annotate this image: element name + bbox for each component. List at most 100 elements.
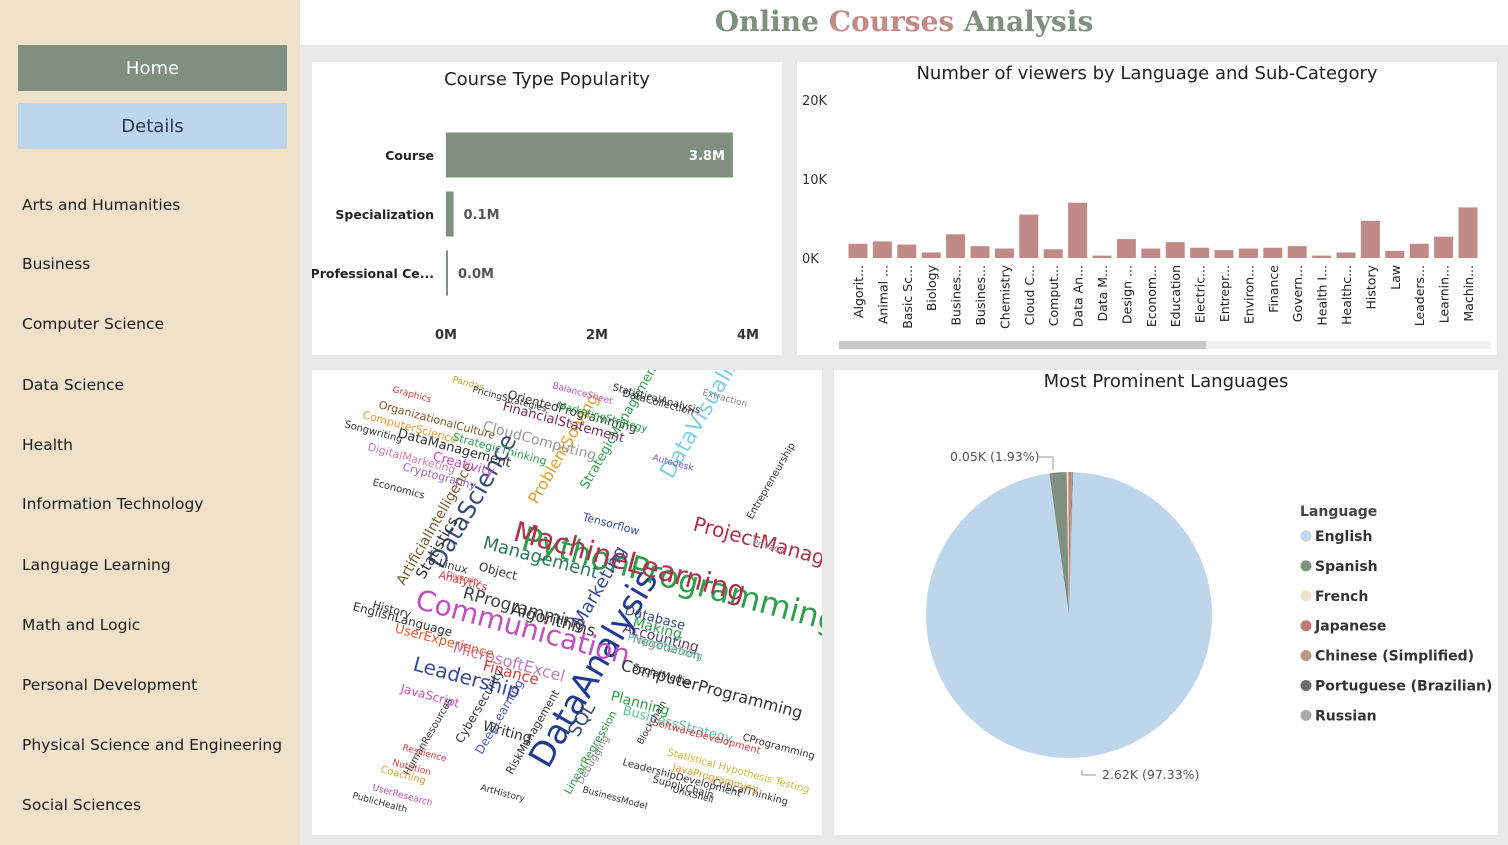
languages-panel: Most Prominent Languages 2.62K (97.33%) 0… — [834, 370, 1498, 835]
bar — [1214, 250, 1234, 258]
category-label: Biology — [924, 264, 939, 311]
bar — [1141, 248, 1161, 258]
data-label: 0.0M — [458, 267, 494, 282]
nav-item-information-technology[interactable]: Information Technology — [22, 495, 203, 513]
category-label: Comput... — [1046, 265, 1061, 326]
title-word-1: Online — [714, 5, 819, 38]
category-label: Cloud C... — [1022, 265, 1037, 325]
legend-item: French — [1315, 589, 1368, 605]
scrollbar-thumb[interactable] — [839, 341, 1206, 349]
bar — [946, 234, 966, 258]
data-label: 0.1M — [464, 208, 500, 223]
sidebar: Home Details Arts and Humanities Busines… — [0, 0, 300, 845]
category-label: Econom... — [1144, 265, 1159, 327]
y-tick-label: 20K — [802, 94, 828, 109]
languages-pie-chart: 2.62K (97.33%) 0.05K (1.93%) Language Engli… — [926, 449, 1492, 782]
viewers-panel: Number of viewers by Language and Sub-Ca… — [797, 62, 1497, 355]
x-tick-label: 2M — [586, 328, 608, 343]
wordcloud-word: ArtHistory — [479, 783, 526, 805]
bar — [1263, 247, 1283, 258]
course-type-panel: Course Type Popularity Course 3.8M Special… — [312, 62, 782, 355]
bar — [1238, 248, 1258, 258]
title-word-2: Courses — [828, 5, 955, 38]
title-word-3: Analysis — [963, 5, 1094, 38]
bar — [1019, 214, 1039, 258]
bar — [994, 248, 1014, 258]
category-label: Machin... — [1461, 265, 1476, 322]
bar — [970, 246, 990, 258]
category-label: Govern... — [1290, 265, 1305, 322]
category-label: Design ... — [1119, 265, 1134, 324]
nav-item-physical-science-and-engineering[interactable]: Physical Science and Engineering — [22, 736, 282, 754]
category-label: History — [1363, 264, 1378, 309]
category-label: Finance — [1266, 265, 1281, 313]
leader-line — [1039, 456, 1054, 470]
nav-item-social-sciences[interactable]: Social Sciences — [22, 796, 141, 814]
nav-item-data-science[interactable]: Data Science — [22, 376, 124, 394]
category-label: Electric... — [1193, 265, 1208, 323]
category-label: Health I... — [1315, 265, 1330, 326]
wordcloud-panel: DataAnalysis PythonProgramming MachineLear… — [312, 370, 822, 835]
y-tick-label: 10K — [802, 173, 828, 188]
category-label: Algorit... — [851, 265, 866, 318]
legend-swatch — [1300, 530, 1312, 542]
category-label: Healthc... — [1339, 265, 1354, 325]
home-button[interactable]: Home — [18, 45, 287, 91]
nav-item-arts-and-humanities[interactable]: Arts and Humanities — [22, 196, 180, 214]
nav-item-math-and-logic[interactable]: Math and Logic — [22, 616, 140, 634]
bar — [848, 243, 868, 258]
bar — [1458, 207, 1478, 258]
nav-item-health[interactable]: Health — [22, 436, 73, 454]
category-label: Basic Sc... — [900, 265, 915, 329]
bar — [1336, 252, 1356, 258]
category-label: Busines... — [949, 265, 964, 326]
pie-annotation: 2.62K (97.33%) — [1102, 767, 1199, 782]
bar — [921, 252, 941, 258]
details-button[interactable]: Details — [18, 103, 287, 149]
legend-item: Spanish — [1315, 559, 1378, 575]
bar — [1409, 243, 1429, 258]
legend-swatch — [1300, 680, 1312, 691]
bar — [1190, 247, 1210, 258]
category-label: Leaders... — [1412, 265, 1427, 326]
wordcloud-word: BusinessModel — [581, 785, 648, 812]
bar — [1287, 246, 1307, 258]
bar — [1068, 202, 1088, 258]
x-tick-label: 0M — [435, 328, 457, 343]
nav-item-business[interactable]: Business — [22, 255, 90, 273]
bar — [897, 244, 917, 258]
nav-item-personal-development[interactable]: Personal Development — [22, 676, 197, 694]
category-label: Entrepr... — [1217, 265, 1232, 322]
legend-item: Portuguese (Brazilian) — [1315, 679, 1492, 695]
legend-swatch — [1300, 620, 1312, 632]
header: Online Courses Analysis — [300, 0, 1508, 45]
course-type-chart: Course 3.8M Specialization 0.1M Professional… — [312, 132, 759, 343]
category-label: Busines... — [973, 265, 988, 326]
nav-item-computer-science[interactable]: Computer Science — [22, 315, 164, 333]
bar — [1092, 255, 1112, 258]
bar — [1312, 255, 1332, 258]
legend-item: Japanese — [1314, 619, 1386, 635]
legend-title: Language — [1300, 504, 1377, 520]
legend-swatch — [1300, 650, 1312, 662]
category-label: Chemistry — [997, 264, 1012, 329]
category-label: Education — [1168, 265, 1183, 327]
category-label: Animal ... — [875, 265, 890, 324]
category-label: Law — [1388, 265, 1403, 290]
bar — [1165, 242, 1185, 258]
category-label: Specialization — [335, 207, 434, 222]
legend-swatch — [1300, 560, 1312, 572]
leader-line — [1081, 770, 1096, 776]
bar — [1434, 236, 1454, 258]
legend-item: Russian — [1315, 708, 1377, 724]
bar — [1043, 249, 1063, 258]
legend-item: Chinese (Simplified) — [1315, 649, 1474, 665]
bar — [446, 250, 448, 296]
legend-swatch — [1300, 709, 1312, 721]
category-label: Environ... — [1241, 265, 1256, 324]
nav-item-language-learning[interactable]: Language Learning — [22, 556, 171, 574]
legend-item: English — [1315, 529, 1372, 545]
horizontal-scrollbar[interactable] — [839, 341, 1491, 349]
wordcloud-word: Economics — [371, 477, 426, 502]
legend-swatch — [1300, 590, 1312, 602]
